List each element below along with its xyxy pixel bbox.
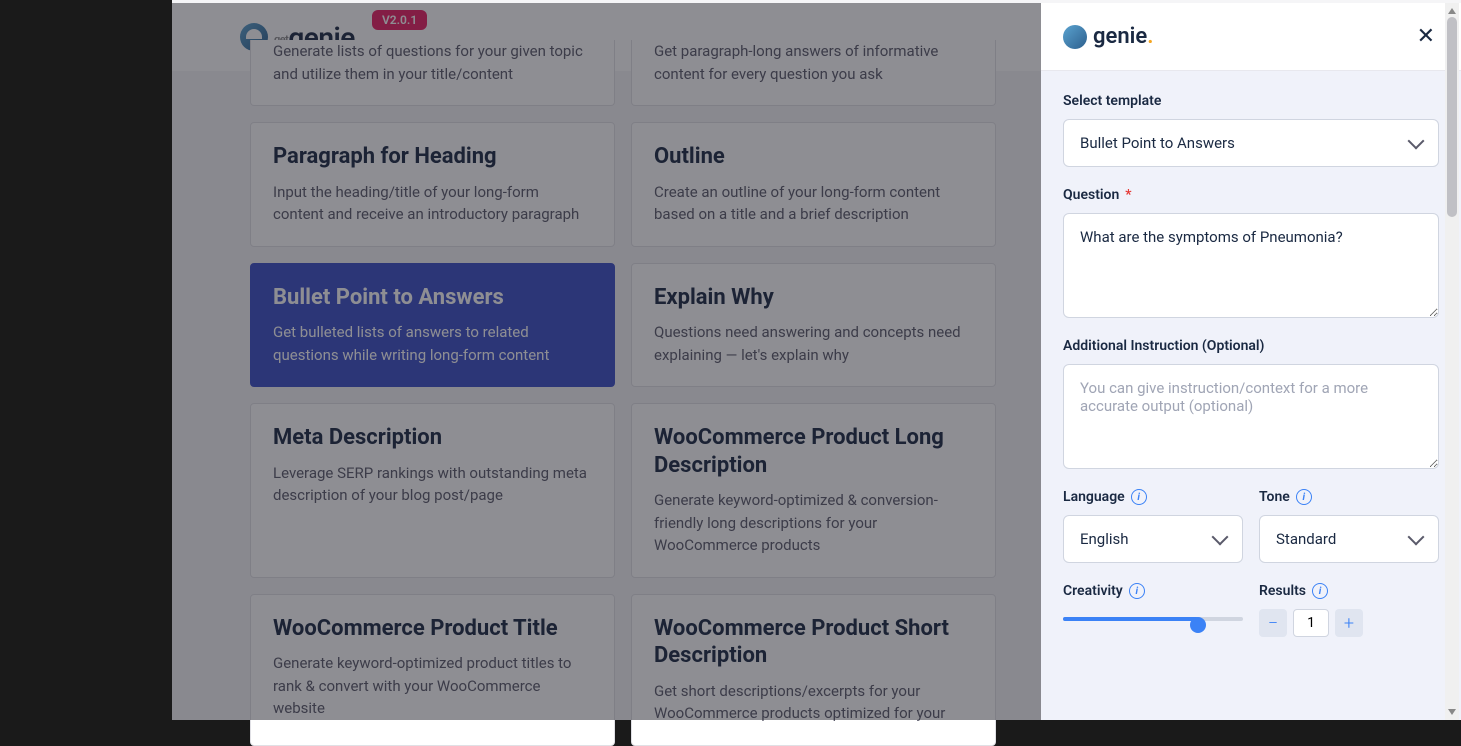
template-label: Select template (1063, 93, 1439, 109)
chevron-down-icon (1408, 529, 1425, 546)
language-select-value: English (1080, 530, 1129, 548)
chevron-down-icon (1212, 529, 1229, 546)
chevron-down-icon (1408, 133, 1425, 150)
tone-select-value: Standard (1276, 530, 1336, 548)
language-select[interactable]: English (1063, 515, 1243, 563)
scrollbar-thumb[interactable] (1447, 17, 1457, 217)
scroll-up-icon[interactable] (1448, 6, 1456, 14)
close-icon[interactable]: ✕ (1413, 20, 1439, 53)
info-icon[interactable]: i (1296, 489, 1312, 505)
additional-instruction-input[interactable] (1063, 364, 1439, 469)
panel-brand-logo: genie. (1063, 24, 1153, 49)
info-icon[interactable]: i (1131, 489, 1147, 505)
tone-select[interactable]: Standard (1259, 515, 1439, 563)
scrollbar[interactable] (1445, 3, 1459, 720)
slider-thumb[interactable] (1190, 617, 1206, 633)
panel-body: Select template Bullet Point to Answers … (1041, 71, 1461, 720)
increment-button[interactable]: + (1335, 609, 1363, 637)
question-label: Question* (1063, 187, 1439, 203)
results-label: Results i (1259, 583, 1439, 599)
brand-name: genie. (1093, 24, 1153, 49)
creativity-slider[interactable] (1063, 609, 1243, 629)
info-icon[interactable]: i (1129, 583, 1145, 599)
decrement-button[interactable]: − (1259, 609, 1287, 637)
template-config-panel: genie. ✕ Select template Bullet Point to… (1041, 3, 1461, 720)
results-stepper: − + (1259, 609, 1439, 637)
additional-instruction-label: Additional Instruction (Optional) (1063, 338, 1439, 354)
scroll-down-icon[interactable] (1448, 709, 1456, 717)
language-label: Language i (1063, 489, 1243, 505)
info-icon[interactable]: i (1312, 583, 1328, 599)
creativity-label: Creativity i (1063, 583, 1243, 599)
question-input[interactable] (1063, 213, 1439, 318)
results-input[interactable] (1293, 609, 1329, 637)
panel-header: genie. ✕ (1041, 3, 1461, 71)
tone-label: Tone i (1259, 489, 1439, 505)
logo-icon (1063, 25, 1087, 49)
template-select[interactable]: Bullet Point to Answers (1063, 119, 1439, 167)
template-select-value: Bullet Point to Answers (1080, 134, 1235, 152)
